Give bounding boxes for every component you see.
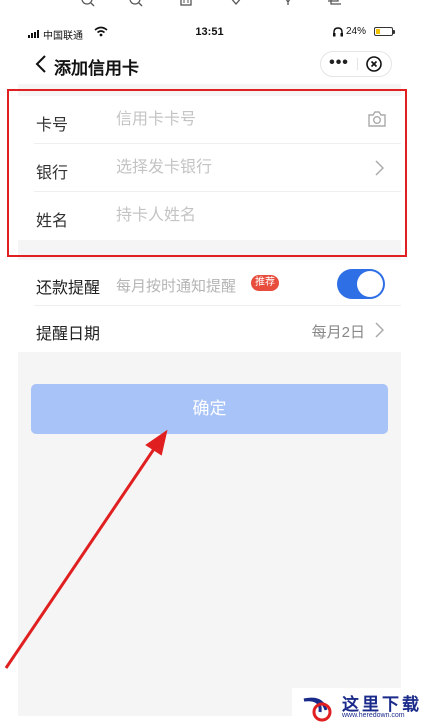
heart-icon[interactable] xyxy=(228,0,244,10)
reminder-date-label: 提醒日期 xyxy=(36,326,101,343)
recommend-badge: 推荐 xyxy=(251,275,279,291)
chevron-right-icon xyxy=(375,322,384,338)
close-icon[interactable] xyxy=(366,56,382,72)
reminder-row: 还款提醒 每月按时通知提醒 推荐 xyxy=(18,260,401,306)
confirm-button[interactable]: 确定 xyxy=(31,384,388,434)
back-icon[interactable] xyxy=(34,54,48,74)
share-icon[interactable] xyxy=(280,0,296,10)
clock: 13:51 xyxy=(195,26,224,38)
trash-icon[interactable] xyxy=(178,0,194,10)
page-title: 添加信用卡 xyxy=(54,59,139,78)
battery-percent: 24% xyxy=(346,26,367,37)
search-icon[interactable] xyxy=(80,0,96,10)
toggle-knob xyxy=(357,271,383,297)
reminder-hint: 每月按时通知提醒 xyxy=(116,278,237,295)
status-bar: 中国联通 13:51 24% xyxy=(18,18,401,48)
mini-program-capsule: ••• xyxy=(320,51,392,77)
reminder-toggle[interactable] xyxy=(337,269,385,299)
capsule-divider xyxy=(357,58,358,70)
highlight-box xyxy=(7,89,407,257)
headphones-icon xyxy=(333,27,343,37)
watermark-url: www.heredown.com xyxy=(342,712,405,719)
top-toolbar xyxy=(0,0,425,14)
reminder-date-value: 每月2日 xyxy=(311,324,365,341)
reminder-label: 还款提醒 xyxy=(36,280,101,297)
nav-bar: 添加信用卡 ••• xyxy=(18,48,401,84)
more-icon[interactable]: ••• xyxy=(321,52,357,76)
zoom-icon[interactable] xyxy=(128,0,144,10)
crop-icon[interactable] xyxy=(327,0,343,10)
battery-icon xyxy=(374,27,395,36)
reminder-date-row[interactable]: 提醒日期 每月2日 xyxy=(18,306,401,352)
